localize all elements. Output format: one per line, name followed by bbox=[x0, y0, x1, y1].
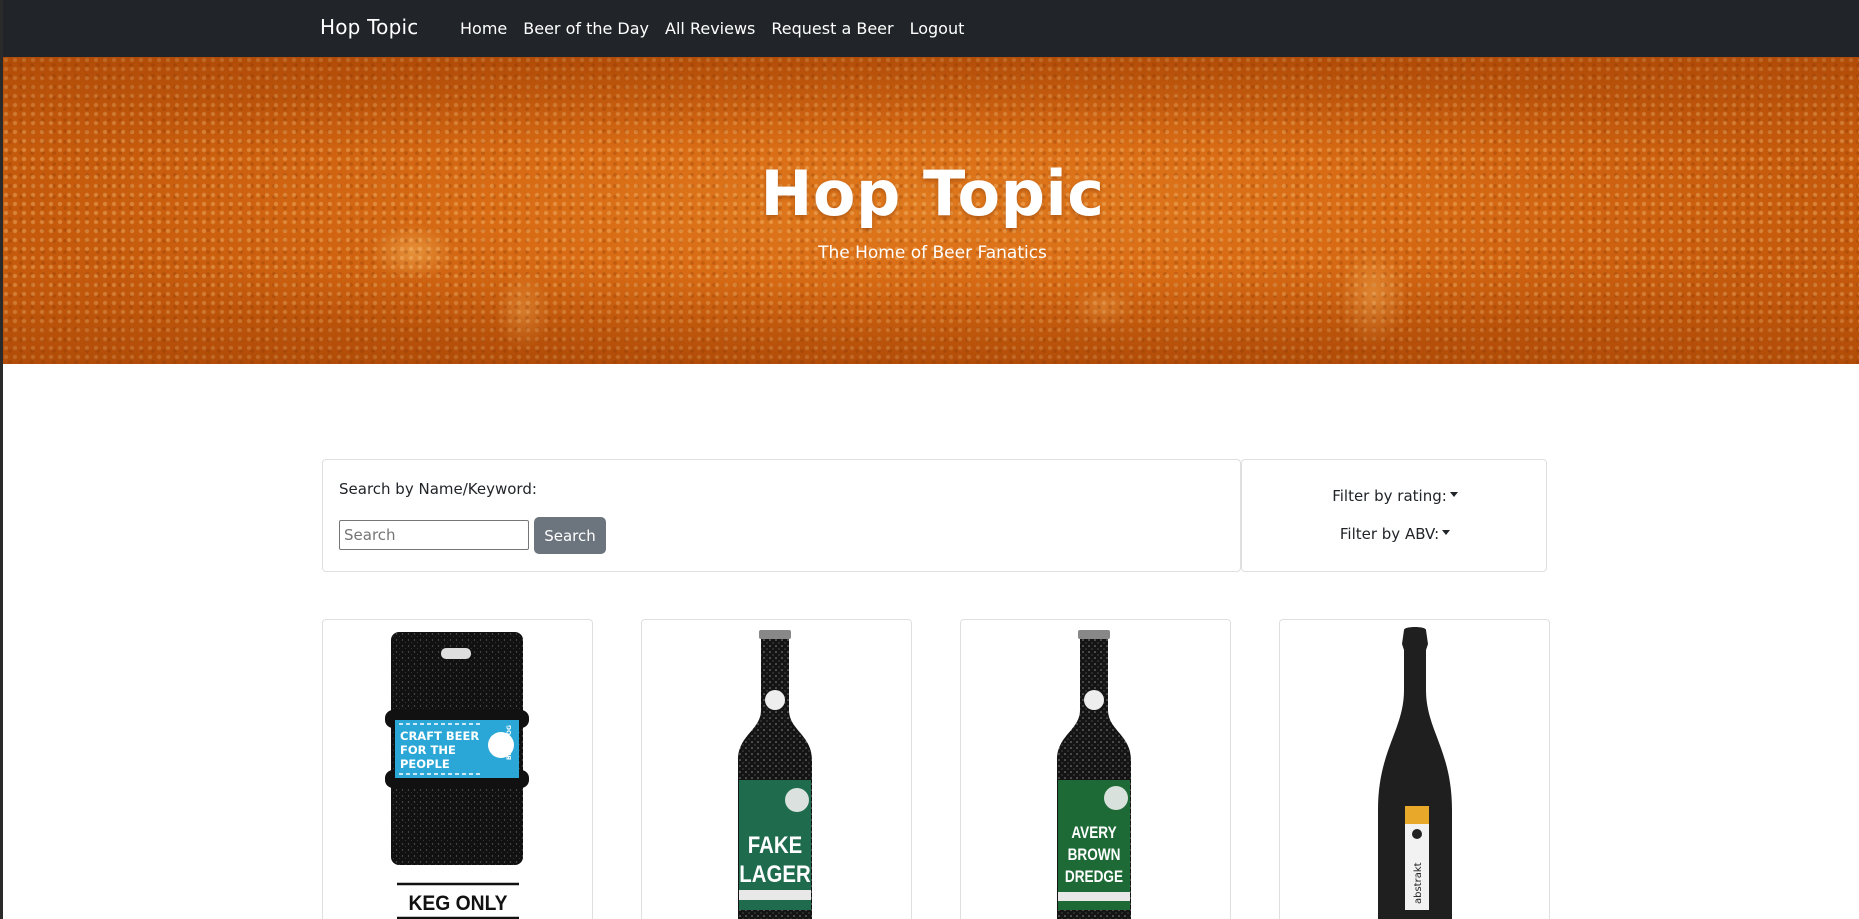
filter-abv-label: Filter by ABV: bbox=[1339, 525, 1440, 543]
nav-link-home[interactable]: Home bbox=[460, 19, 507, 38]
nav-link-beer-of-the-day[interactable]: Beer of the Day bbox=[523, 19, 649, 38]
keg-label-line3: PEOPLE bbox=[400, 757, 450, 771]
keg-brand-text: BREWDOG bbox=[506, 725, 513, 760]
chevron-down-icon bbox=[1449, 492, 1458, 497]
beer-card[interactable]: AVERY BROWN DREDGE bbox=[960, 619, 1231, 919]
hero-subtitle: The Home of Beer Fanatics bbox=[818, 243, 1047, 263]
brewdog-logo-icon bbox=[1412, 829, 1422, 839]
search-card: Search by Name/Keyword: Search bbox=[322, 459, 1241, 572]
nav-links: Home Beer of the Day All Reviews Request… bbox=[460, 19, 980, 38]
fake-lager-bottle-image: FAKE LAGER bbox=[738, 630, 812, 919]
abstrakt-bottle-image: abstrakt bbox=[1378, 627, 1452, 919]
search-label: Search by Name/Keyword: bbox=[339, 480, 537, 498]
keg-label-line1: CRAFT BEER bbox=[400, 729, 479, 743]
avery-line3: DREDGE bbox=[1065, 868, 1123, 887]
nav-link-logout[interactable]: Logout bbox=[910, 19, 965, 38]
browser-viewport: Hop Topic Home Beer of the Day All Revie… bbox=[0, 0, 1859, 919]
keg-label-line2: FOR THE bbox=[400, 743, 456, 757]
keg-only-text: KEG ONLY bbox=[408, 892, 508, 915]
chevron-down-icon bbox=[1442, 530, 1451, 535]
navbar-brand[interactable]: Hop Topic bbox=[320, 15, 418, 39]
avery-brown-dredge-bottle-image: AVERY BROWN DREDGE bbox=[1057, 630, 1131, 919]
hero-title: Hop Topic bbox=[760, 157, 1105, 230]
filter-abv-dropdown[interactable]: Filter by ABV: bbox=[1242, 525, 1548, 543]
fake-lager-line1: FAKE bbox=[748, 831, 802, 858]
avery-line1: AVERY bbox=[1071, 824, 1116, 843]
beer-card[interactable]: FAKE LAGER bbox=[641, 619, 912, 919]
beer-grid: CRAFT BEER FOR THE PEOPLE BREWDOG KEG ON… bbox=[322, 619, 1550, 919]
beer-card[interactable]: abstrakt bbox=[1279, 619, 1550, 919]
nav-link-all-reviews[interactable]: All Reviews bbox=[665, 19, 755, 38]
nav-link-request-a-beer[interactable]: Request a Beer bbox=[771, 19, 893, 38]
abstrakt-label-text: abstrakt bbox=[1413, 862, 1424, 904]
fake-lager-line2: LAGER bbox=[739, 860, 810, 887]
filter-card: Filter by rating: Filter by ABV: bbox=[1241, 459, 1547, 572]
avery-line2: BROWN bbox=[1068, 846, 1121, 865]
top-navbar: Hop Topic Home Beer of the Day All Revie… bbox=[3, 0, 1859, 57]
brewdog-logo-icon bbox=[765, 690, 785, 710]
hero-banner: Hop Topic The Home of Beer Fanatics bbox=[3, 57, 1859, 364]
brewdog-logo-icon bbox=[1084, 690, 1104, 710]
search-button[interactable]: Search bbox=[534, 517, 606, 554]
keg-image: CRAFT BEER FOR THE PEOPLE BREWDOG KEG ON… bbox=[385, 632, 529, 919]
beer-card[interactable]: CRAFT BEER FOR THE PEOPLE BREWDOG KEG ON… bbox=[322, 619, 593, 919]
search-input[interactable] bbox=[339, 520, 529, 550]
filter-rating-label: Filter by rating: bbox=[1332, 487, 1447, 505]
filter-rating-dropdown[interactable]: Filter by rating: bbox=[1242, 487, 1548, 505]
